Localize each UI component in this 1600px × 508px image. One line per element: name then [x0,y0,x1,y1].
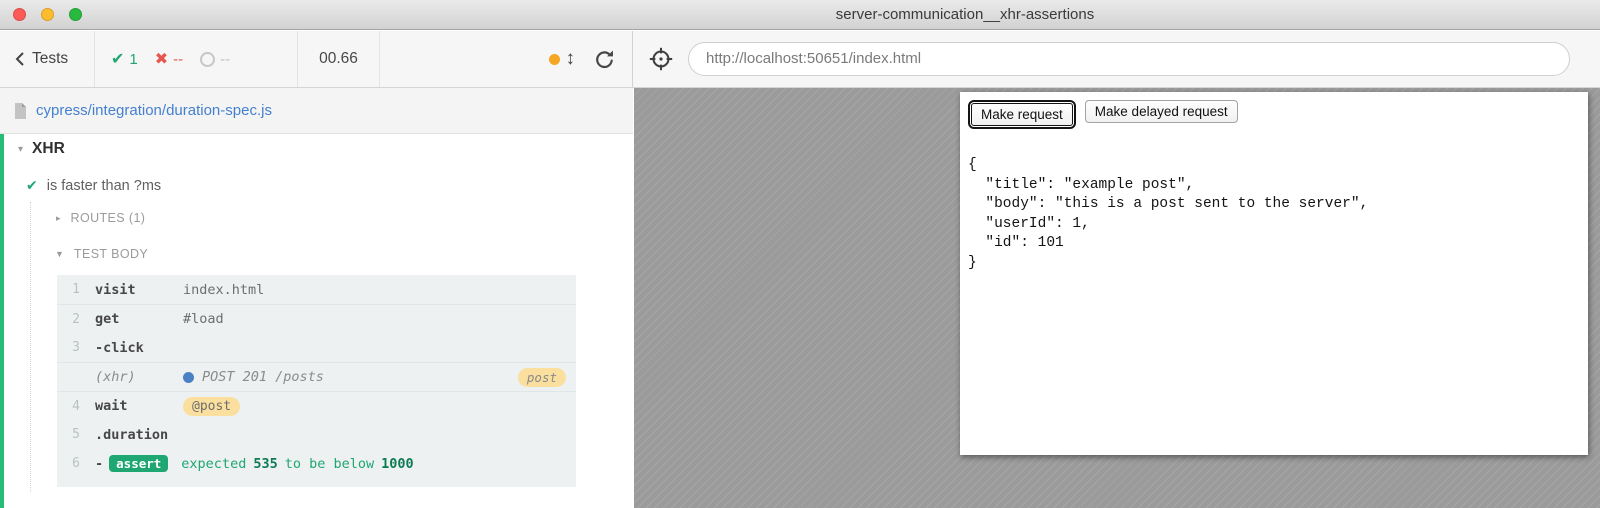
command-message: #load [183,311,224,327]
url-address-bar[interactable]: http://localhost:50651/index.html [688,42,1570,76]
crosshair-icon [647,45,675,73]
x-icon: ✖ [155,49,168,69]
route-matched-dot-icon [183,372,194,383]
command-name: .duration [95,427,183,443]
pending-circle-icon [200,52,215,67]
xhr-event-label: (xhr) [95,369,183,385]
reporter-body: ▾ XHR ✔ is faster than ?ms ▸ ROUTES (1) … [0,134,633,508]
test-stats: ✔ 1 ✖ -- -- [95,31,298,87]
file-icon [14,103,27,119]
cypress-test-runner-window: server-communication__xhr-assertions Tes… [0,0,1600,508]
json-line: { [968,156,1580,176]
spec-file-link[interactable]: cypress/integration/duration-spec.js [36,102,272,119]
reporter-toolbar: Tests ✔ 1 ✖ -- -- 00.66 ↕ [0,31,633,87]
json-line: "title": "example post", [968,176,1580,196]
command-row-wait[interactable]: 4 wait @post [57,391,576,420]
stat-pending: -- [200,51,230,68]
failed-count: -- [173,51,183,68]
chevron-left-icon [15,52,24,66]
command-log: 1 visit index.html 2 get #load [57,275,576,487]
passed-count: 1 [129,51,137,68]
autoscroll-dot-icon [549,54,560,65]
suite-title: XHR [32,140,65,158]
command-number: 1 [63,282,80,297]
toolbar: Tests ✔ 1 ✖ -- -- 00.66 ↕ [0,31,1600,88]
test-body-section-toggle[interactable]: ▼ TEST BODY [4,247,633,261]
run-duration: 00.66 [298,31,380,87]
command-row-xhr[interactable]: (xhr) POST 201 /posts post [57,362,576,391]
command-row-click[interactable]: 3 -click [57,333,576,362]
command-row-get[interactable]: 2 get #load [57,304,576,333]
focus-ring: Make request [968,100,1076,129]
spec-header: cypress/integration/duration-spec.js [0,88,633,134]
json-line: "body": "this is a post sent to the serv… [968,195,1580,215]
aut-viewport: Make request Make delayed request { "tit… [960,92,1588,455]
window-title: server-communication__xhr-assertions [0,0,1600,30]
back-to-tests-button[interactable]: Tests [0,31,95,87]
routes-section-toggle[interactable]: ▸ ROUTES (1) [4,211,633,225]
command-number: 2 [63,312,80,327]
command-number: 5 [63,427,80,442]
selector-playground-button[interactable] [647,45,675,73]
routes-label: ROUTES (1) [71,211,146,225]
route-alias-badge: post [518,368,566,387]
reporter-panel: cypress/integration/duration-spec.js ▾ X… [0,88,633,508]
check-icon: ✔ [111,49,124,69]
command-number: 3 [63,340,80,355]
up-down-arrow-icon: ↕ [566,48,576,70]
aut-button-row: Make request Make delayed request [968,100,1580,129]
make-delayed-request-button[interactable]: Make delayed request [1085,100,1238,123]
suite-xhr[interactable]: ▾ XHR [4,140,633,158]
pending-count: -- [220,51,230,68]
content: cypress/integration/duration-spec.js ▾ X… [0,88,1600,508]
xhr-request-summary: POST 201 /posts [202,369,324,385]
test-passed-check-icon: ✔ [26,177,38,194]
make-request-button[interactable]: Make request [971,103,1073,126]
response-json-output: { "title": "example post", "body": "this… [968,156,1580,273]
restart-icon [593,48,616,71]
json-line: "userId": 1, [968,215,1580,235]
alias-badge: @post [183,397,240,416]
json-line: "id": 101 [968,234,1580,254]
stat-failed: ✖ -- [155,49,183,69]
command-row-assert[interactable]: 6 - assert expected 535 to be below 1000 [57,449,576,478]
assert-text: expected [181,456,246,472]
command-name: -click [95,340,183,356]
test-is-faster-than[interactable]: ✔ is faster than ?ms [4,177,633,194]
test-title: is faster than ?ms [47,178,161,194]
restart-tests-button[interactable] [593,48,616,71]
command-name: wait [95,398,183,414]
caret-down-icon: ▼ [55,249,64,259]
browser-toolbar: http://localhost:50651/index.html [633,31,1600,87]
assert-badge: assert [109,455,168,472]
assert-expected-value: 1000 [381,456,414,472]
caret-right-icon: ▸ [56,213,61,224]
command-name: visit [95,282,183,298]
aut-background: Make request Make delayed request { "tit… [634,88,1600,508]
command-number: 4 [63,399,80,414]
assert-text: to be below [285,456,374,472]
autoscroll-toggle[interactable]: ↕ [549,48,576,70]
command-number: 6 [63,456,80,471]
stat-passed: ✔ 1 [111,49,138,69]
caret-down-icon: ▾ [18,144,23,155]
titlebar: server-communication__xhr-assertions [0,0,1600,30]
assert-actual-value: 535 [253,456,277,472]
command-row-visit[interactable]: 1 visit index.html [57,275,576,304]
back-to-tests-label: Tests [32,50,68,68]
command-row-its[interactable]: 5 .duration [57,420,576,449]
command-name: get [95,311,183,327]
command-message: index.html [183,282,264,298]
json-line: } [968,254,1580,274]
test-body-label: TEST BODY [74,247,148,261]
test-connector-line [30,202,31,492]
assert-dash: - [95,456,103,472]
